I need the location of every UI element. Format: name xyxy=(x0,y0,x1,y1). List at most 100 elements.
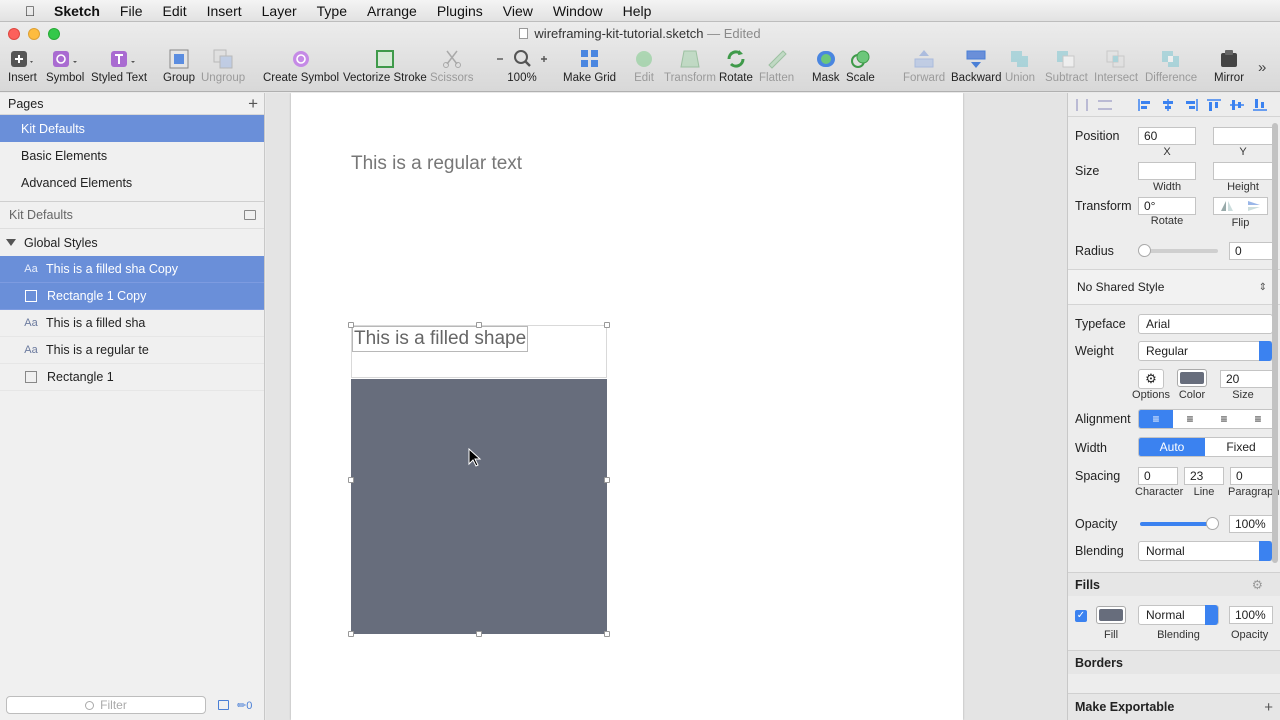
resize-handle[interactable] xyxy=(476,631,482,637)
scale-button[interactable]: Scale xyxy=(846,48,875,88)
menu-edit[interactable]: Edit xyxy=(152,3,196,19)
flip-horizontal-icon[interactable] xyxy=(1221,201,1234,211)
text-align-center-button[interactable]: ≡ xyxy=(1173,410,1207,428)
canvas[interactable]: This is a regular text This is a filled … xyxy=(266,93,1067,720)
height-field[interactable] xyxy=(1213,162,1273,180)
menu-insert[interactable]: Insert xyxy=(197,3,252,19)
menu-help[interactable]: Help xyxy=(613,3,662,19)
menu-arrange[interactable]: Arrange xyxy=(357,3,427,19)
opacity-slider-knob[interactable] xyxy=(1206,517,1219,530)
page-item-basic-elements[interactable]: Basic Elements xyxy=(0,142,264,169)
text-align-right-button[interactable]: ≡ xyxy=(1207,410,1241,428)
intersect-button[interactable]: Intersect xyxy=(1094,48,1138,88)
filled-rectangle-shape[interactable] xyxy=(351,379,607,634)
menu-type[interactable]: Type xyxy=(307,3,357,19)
resize-handle[interactable] xyxy=(604,322,610,328)
fill-opacity-field[interactable]: 100% xyxy=(1229,606,1273,624)
resize-handle[interactable] xyxy=(348,631,354,637)
menu-layer[interactable]: Layer xyxy=(252,3,307,19)
artboards-filter-icon[interactable] xyxy=(218,700,229,710)
fill-color-swatch[interactable] xyxy=(1096,606,1126,624)
borders-section-header[interactable]: Borders xyxy=(1068,650,1280,674)
group-button[interactable]: Group xyxy=(163,48,195,88)
backward-button[interactable]: Backward xyxy=(951,48,1002,88)
fill-enabled-checkbox[interactable]: ✓ xyxy=(1075,610,1087,622)
flip-vertical-icon[interactable] xyxy=(1247,201,1260,211)
artboard[interactable]: This is a regular text This is a filled … xyxy=(291,93,963,720)
y-position-field[interactable] xyxy=(1213,127,1273,145)
menu-window[interactable]: Window xyxy=(543,3,613,19)
toolbar-overflow-chevron-icon[interactable]: » xyxy=(1258,59,1266,76)
resize-handle[interactable] xyxy=(604,477,610,483)
width-field[interactable] xyxy=(1138,162,1196,180)
difference-button[interactable]: Difference xyxy=(1145,48,1197,88)
make-grid-button[interactable]: Make Grid xyxy=(563,48,616,88)
paragraph-spacing-field[interactable]: 0 xyxy=(1230,467,1273,485)
radius-slider[interactable] xyxy=(1140,249,1218,253)
filled-text-layer[interactable]: This is a filled shape xyxy=(352,326,529,352)
fills-section-header[interactable]: Fills ⚙ xyxy=(1068,572,1280,596)
create-symbol-button[interactable]: Create Symbol xyxy=(263,48,339,88)
add-page-icon[interactable]: + xyxy=(248,95,258,112)
symbol-button[interactable]: Symbol xyxy=(46,48,84,88)
distribute-horizontal-icon[interactable] xyxy=(1074,98,1090,112)
flip-control[interactable] xyxy=(1213,197,1268,215)
edit-button[interactable]: Edit xyxy=(633,48,655,88)
mirror-button[interactable]: Mirror xyxy=(1214,48,1244,88)
weight-select[interactable]: Regular xyxy=(1138,341,1273,361)
ungroup-button[interactable]: Ungroup xyxy=(201,48,245,88)
menu-app[interactable]: Sketch xyxy=(40,3,110,19)
layer-item[interactable]: Rectangle 1 Copy xyxy=(0,283,264,310)
styled-text-button[interactable]: Styled Text xyxy=(91,48,147,88)
x-position-field[interactable]: 60 xyxy=(1138,127,1196,145)
vectorize-stroke-button[interactable]: Vectorize Stroke xyxy=(343,48,427,88)
transform-button[interactable]: Transform xyxy=(664,48,716,88)
forward-button[interactable]: Forward xyxy=(903,48,945,88)
mask-button[interactable]: Mask xyxy=(812,48,839,88)
auto-width-button[interactable]: Auto xyxy=(1139,438,1205,456)
resize-handle[interactable] xyxy=(604,631,610,637)
add-export-icon[interactable]: + xyxy=(1264,699,1273,716)
menu-file[interactable]: File xyxy=(110,3,153,19)
text-align-left-button[interactable]: ≡ xyxy=(1139,410,1173,428)
radius-field[interactable]: 0 xyxy=(1229,242,1273,260)
rotate-field[interactable]: 0° xyxy=(1138,197,1196,215)
layer-item[interactable]: Rectangle 1 xyxy=(0,364,264,391)
regular-text-layer[interactable]: This is a regular text xyxy=(351,153,522,175)
shared-style-select[interactable]: No Shared Style ⇕ xyxy=(1068,269,1280,305)
subtract-button[interactable]: Subtract xyxy=(1045,48,1088,88)
align-top-icon[interactable] xyxy=(1206,98,1222,112)
align-middle-icon[interactable] xyxy=(1229,98,1245,112)
page-item-kit-defaults[interactable]: Kit Defaults xyxy=(0,115,264,142)
align-center-horizontal-icon[interactable] xyxy=(1160,98,1176,112)
resize-handle[interactable] xyxy=(476,322,482,328)
resize-handle[interactable] xyxy=(348,322,354,328)
collapse-layers-icon[interactable] xyxy=(244,210,256,220)
opacity-field[interactable]: 100% xyxy=(1229,515,1273,533)
page-item-advanced-elements[interactable]: Advanced Elements xyxy=(0,169,264,196)
zoom-control[interactable]: 100% xyxy=(494,48,550,88)
layer-item[interactable]: Aa This is a regular te xyxy=(0,337,264,364)
fill-blending-select[interactable]: Normal xyxy=(1138,605,1219,625)
disclosure-triangle-icon[interactable] xyxy=(6,239,16,246)
scissors-button[interactable]: Scissors xyxy=(430,48,473,88)
fill-settings-gear-icon[interactable]: ⚙ xyxy=(1252,577,1263,592)
layer-item[interactable]: Aa This is a filled sha Copy xyxy=(0,256,264,283)
insert-button[interactable]: Insert xyxy=(8,48,37,88)
text-align-justify-button[interactable]: ≡ xyxy=(1241,410,1275,428)
align-right-icon[interactable] xyxy=(1183,98,1199,112)
menu-plugins[interactable]: Plugins xyxy=(427,3,493,19)
layer-group-global-styles[interactable]: Global Styles xyxy=(0,229,264,256)
text-color-swatch[interactable] xyxy=(1177,369,1207,387)
rotate-button[interactable]: Rotate xyxy=(719,48,753,88)
resize-handle[interactable] xyxy=(348,477,354,483)
line-spacing-field[interactable]: 23 xyxy=(1184,467,1224,485)
inspector-scrollbar[interactable] xyxy=(1272,123,1278,563)
union-button[interactable]: Union xyxy=(1005,48,1035,88)
character-spacing-field[interactable]: 0 xyxy=(1138,467,1178,485)
text-options-button[interactable]: ⚙ xyxy=(1138,369,1164,389)
font-size-field[interactable]: 20 xyxy=(1220,370,1273,388)
apple-icon[interactable]:  xyxy=(20,3,40,19)
distribute-vertical-icon[interactable] xyxy=(1097,98,1113,112)
typeface-select[interactable]: Arial xyxy=(1138,314,1273,334)
